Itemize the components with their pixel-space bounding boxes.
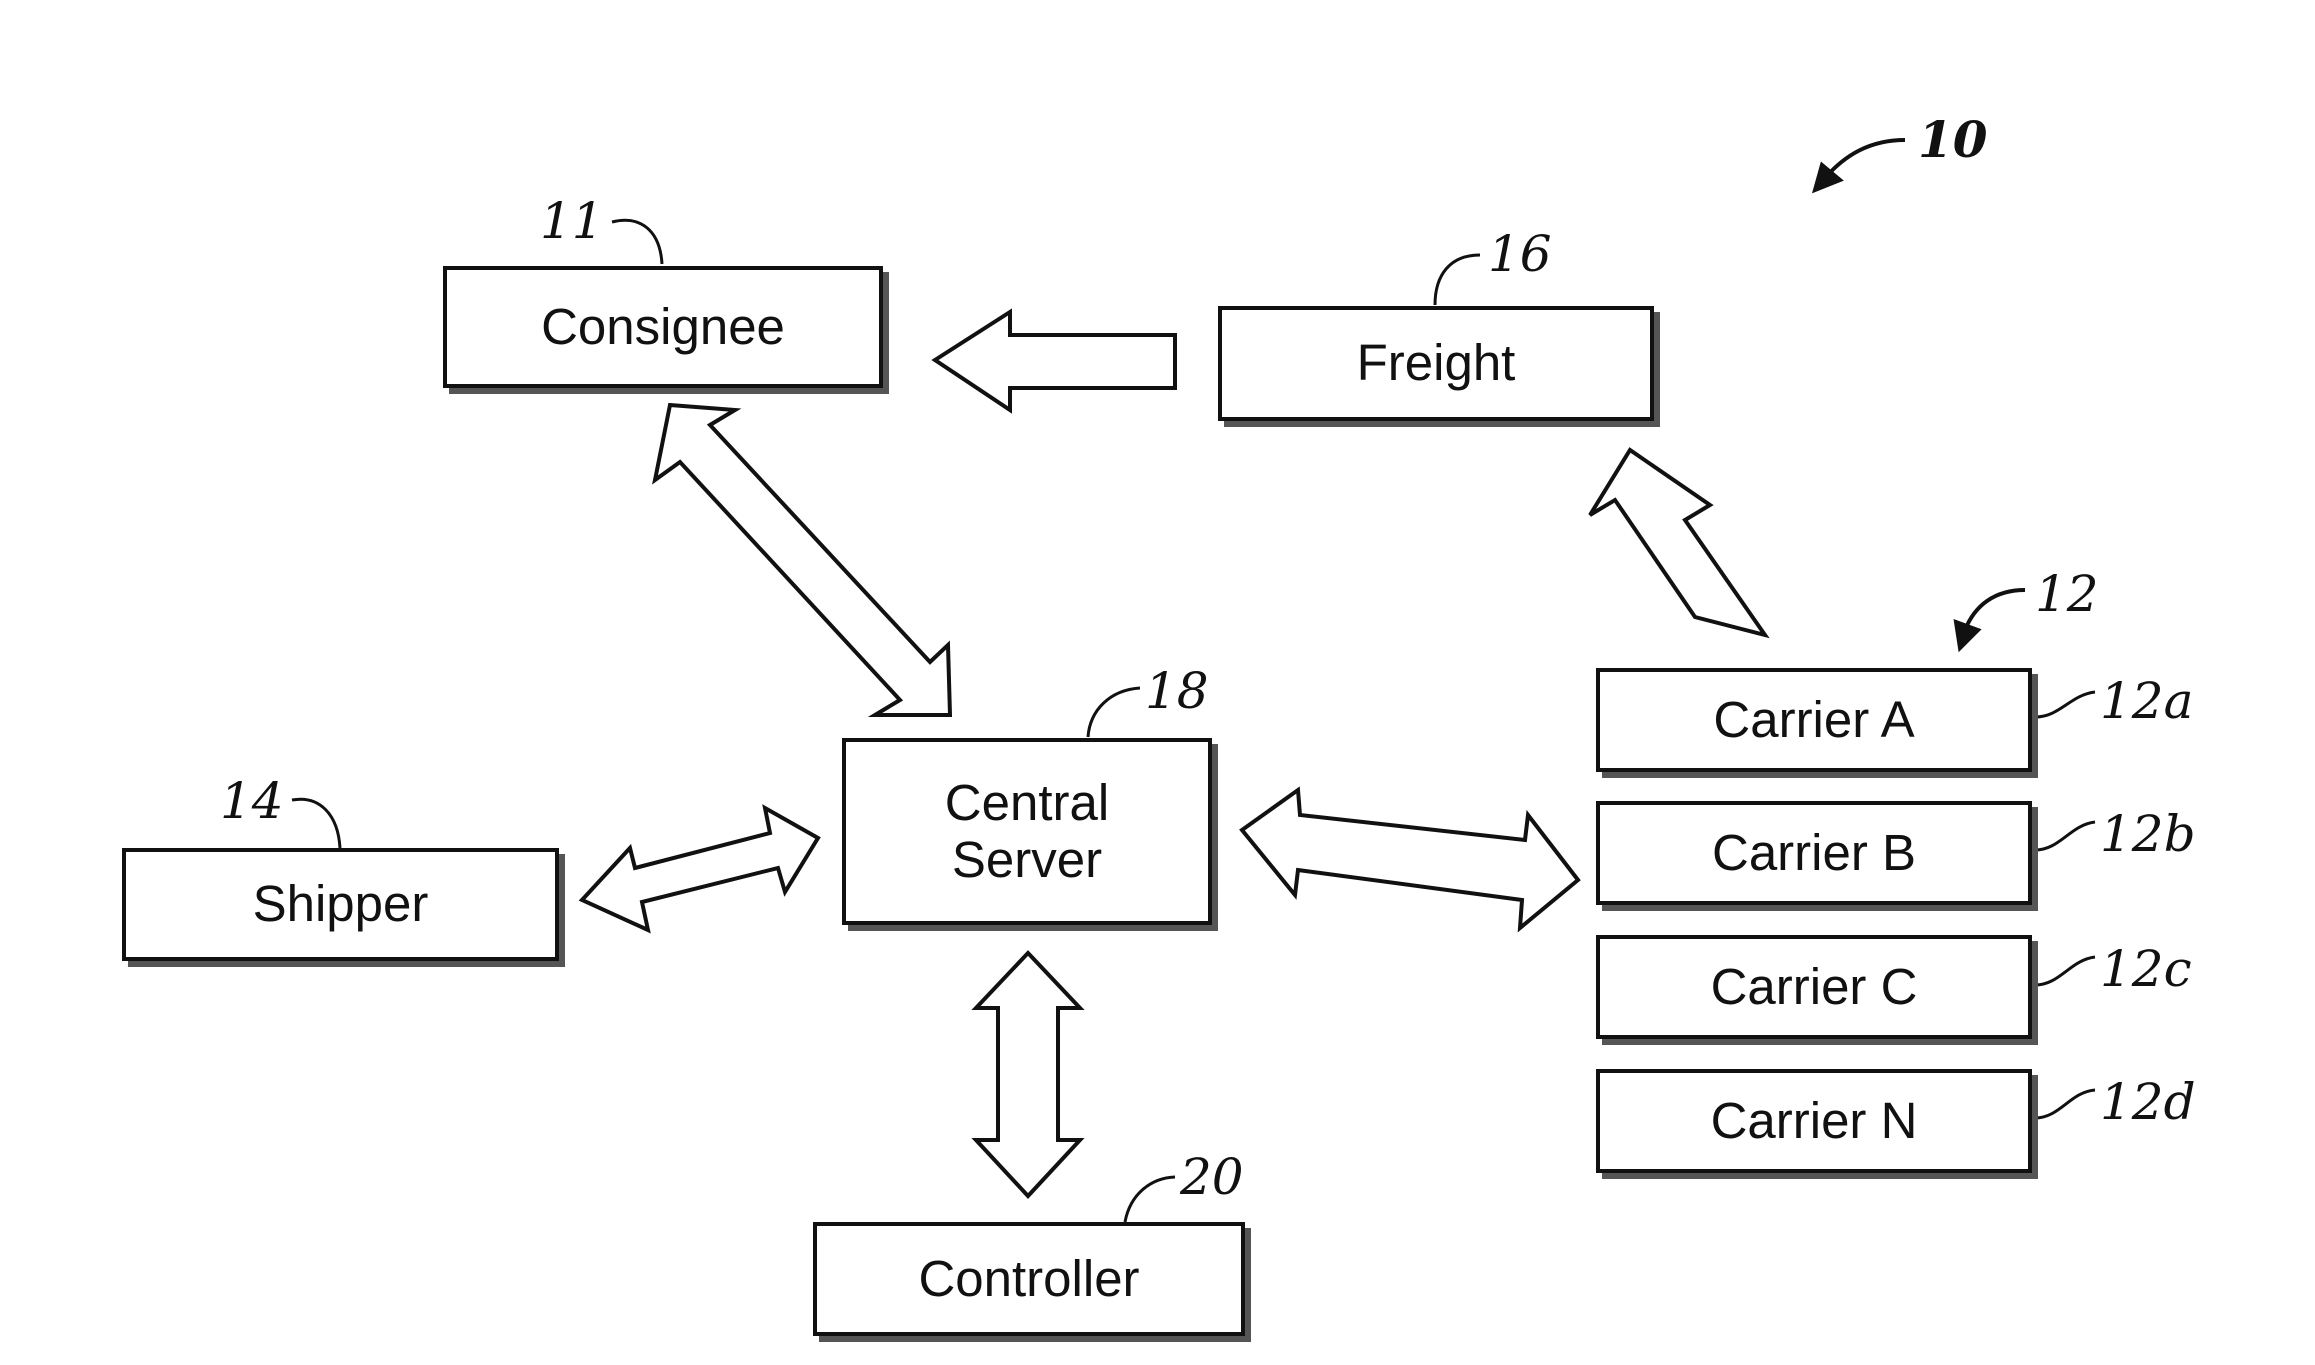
controller-label: Controller — [918, 1249, 1140, 1307]
central-server-label-line2: Server — [951, 830, 1103, 888]
leader-14 — [291, 797, 342, 849]
carrier-label: Carrier A — [1713, 690, 1915, 748]
ref-12d: 12d — [2100, 1073, 2196, 1131]
ref-16: 16 — [1488, 225, 1552, 283]
ref-12b: 12b — [2100, 805, 2196, 863]
leader-16 — [1433, 253, 1481, 306]
arrow-central-server-controller — [971, 950, 1085, 1199]
carrier-box: Carrier N — [1596, 1069, 2032, 1173]
carrier-box: Carrier B — [1596, 801, 2032, 905]
carrier-box: Carrier C — [1596, 935, 2032, 1039]
leader-12c — [2034, 955, 2096, 987]
ref-20: 20 — [1180, 1148, 1244, 1206]
consignee-box: Consignee — [443, 266, 883, 388]
shipper-label: Shipper — [252, 875, 429, 933]
arrow-shipper-central-server — [578, 804, 821, 934]
shipper-box: Shipper — [122, 848, 559, 961]
leader-12b — [2034, 820, 2096, 852]
arrow-freight-to-consignee — [931, 308, 1177, 414]
carrier-label: Carrier B — [1711, 823, 1917, 881]
arrow-carriers-to-freight — [1588, 447, 1770, 639]
arrow-consignee-central-server — [652, 402, 953, 717]
leader-20 — [1123, 1175, 1176, 1223]
ref-arrowhead-12 — [1953, 618, 1982, 653]
ref-arrow-12 — [1963, 588, 2026, 631]
carrier-box: Carrier A — [1596, 668, 2032, 772]
ref-11: 11 — [540, 192, 604, 250]
leader-18 — [1086, 686, 1141, 738]
ref-12: 12 — [2035, 565, 2099, 623]
ref-10: 10 — [1918, 110, 1988, 169]
ref-12c: 12c — [2100, 940, 2192, 998]
freight-label: Freight — [1356, 334, 1516, 392]
consignee-label: Consignee — [541, 297, 785, 355]
ref-18: 18 — [1145, 662, 1209, 720]
carrier-label: Carrier C — [1710, 957, 1918, 1015]
ref-arrow-10 — [1823, 138, 1906, 180]
freight-box: Freight — [1218, 306, 1654, 421]
leader-12a — [2034, 690, 2096, 719]
central-server-box: Central Server — [842, 738, 1212, 925]
leader-11 — [611, 218, 664, 265]
arrow-central-server-carriers — [1239, 786, 1581, 933]
leader-12d — [2034, 1088, 2096, 1120]
controller-box: Controller — [813, 1222, 1245, 1336]
ref-12a: 12a — [2100, 672, 2194, 730]
central-server-label-line1: Central — [944, 774, 1110, 832]
carrier-label: Carrier N — [1710, 1091, 1918, 1149]
ref-14: 14 — [220, 772, 284, 830]
